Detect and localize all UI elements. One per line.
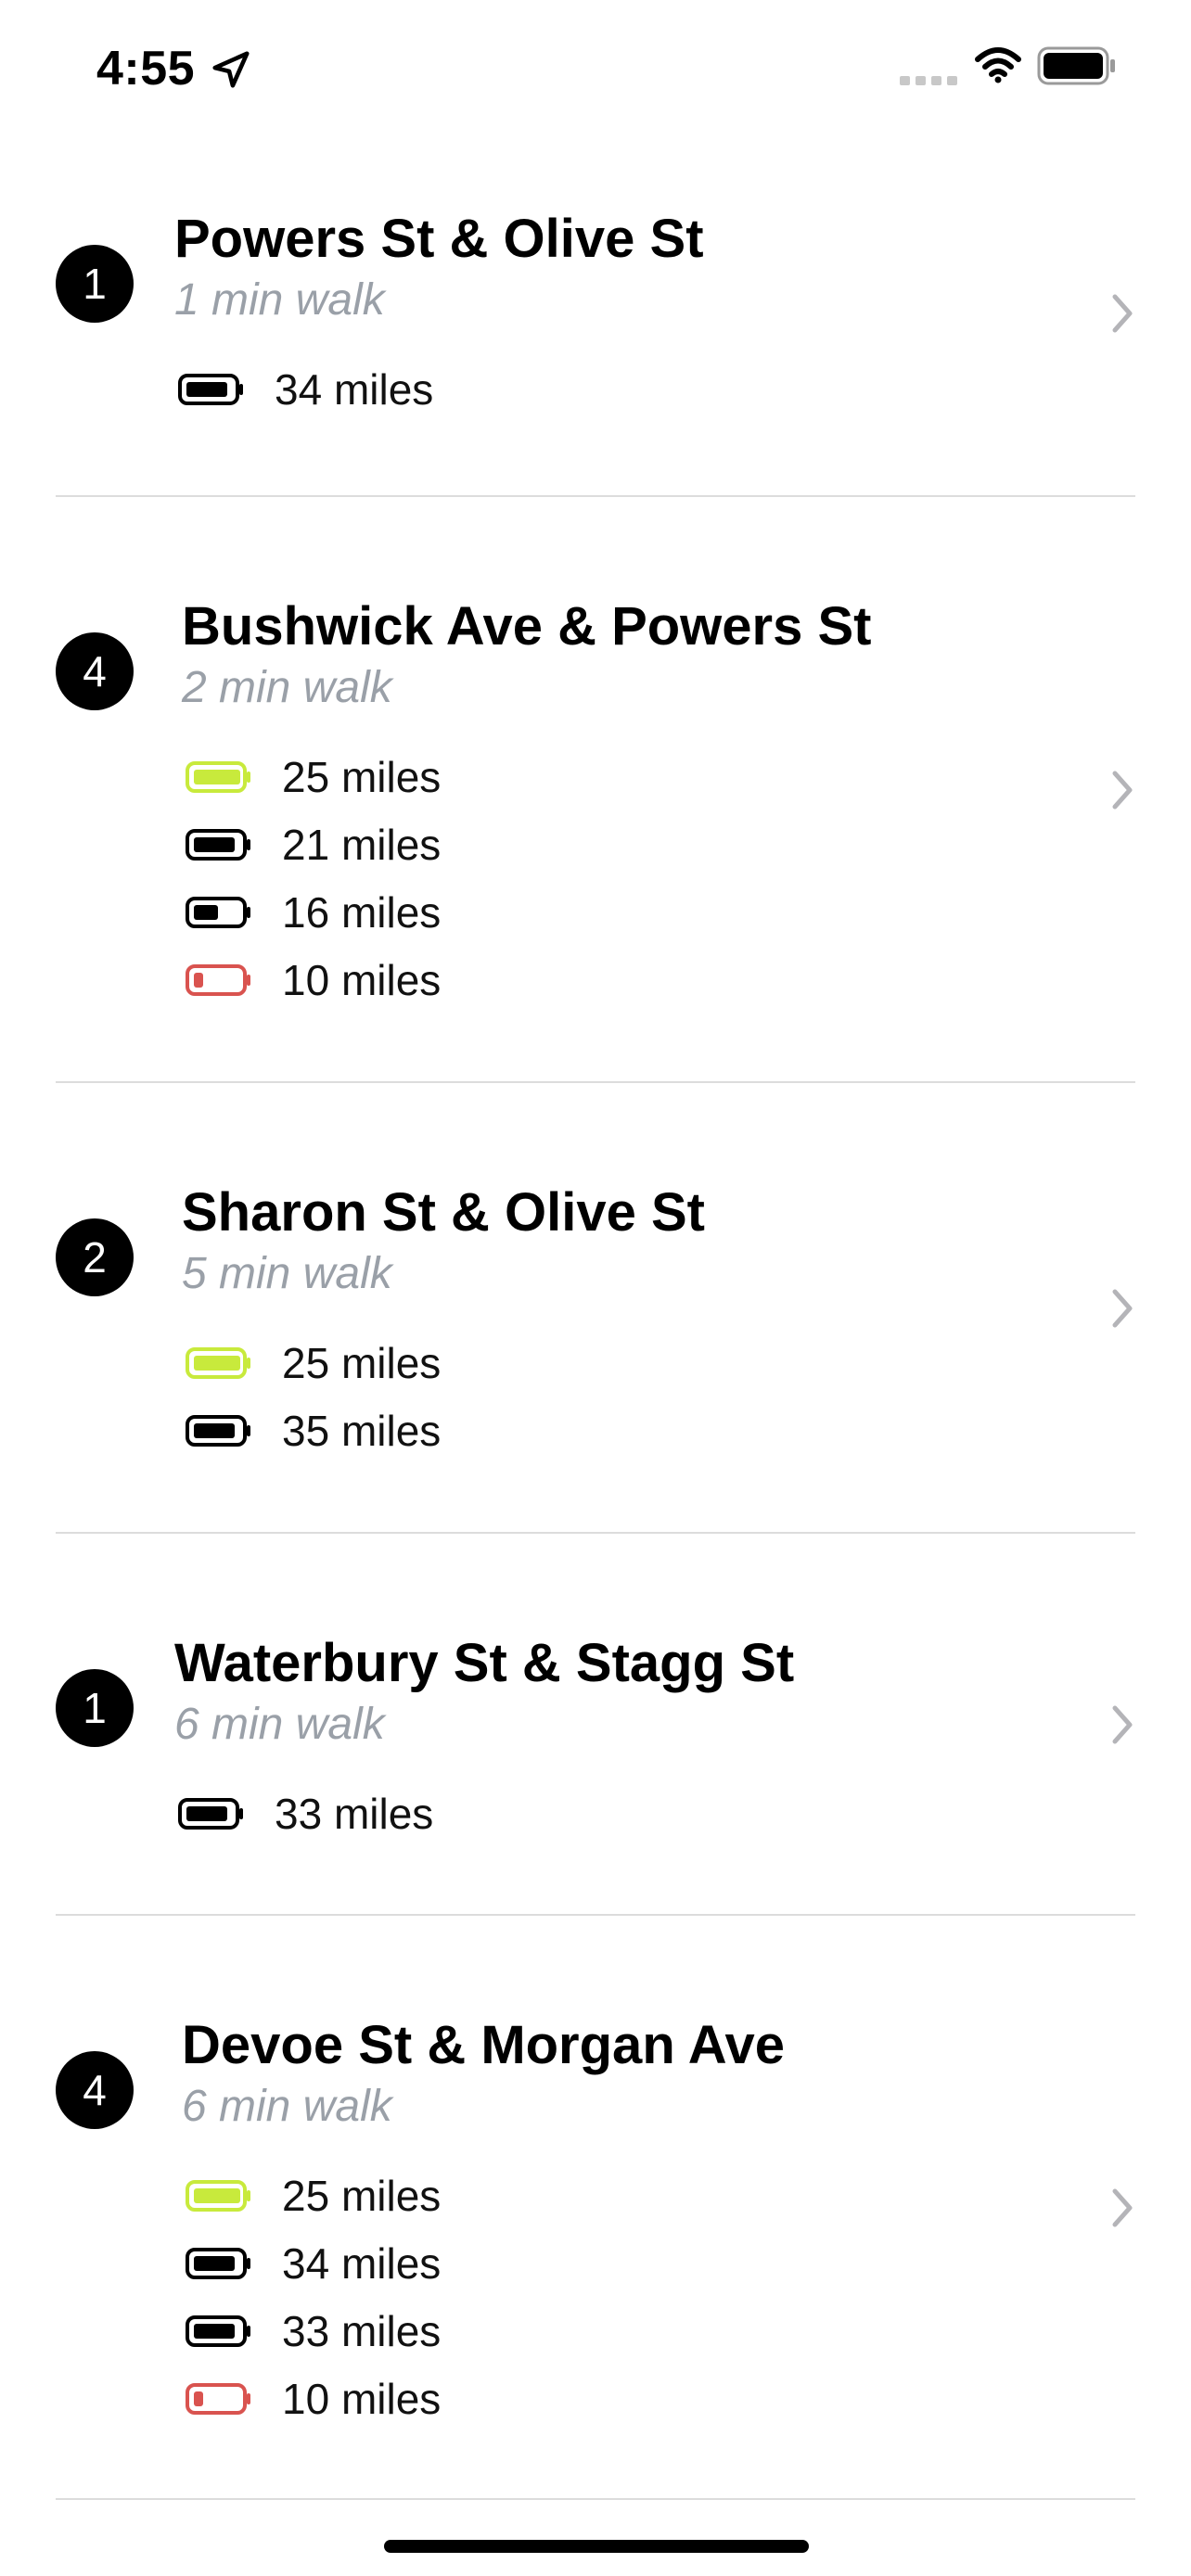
bike-battery-icon — [186, 2383, 250, 2415]
station-list: 1 Powers St & Olive St 1 min walk 34 miles 4… — [0, 130, 1191, 2500]
station-row[interactable]: 1 Powers St & Olive St 1 min walk 34 miles — [0, 130, 1191, 497]
bike-item: 34 miles — [178, 362, 433, 417]
bike-battery-icon — [186, 829, 250, 861]
bike-range: 34 miles — [275, 365, 434, 414]
chevron-right-icon[interactable] — [1109, 293, 1135, 334]
bike-battery-icon — [186, 2248, 250, 2279]
bike-item: 25 miles — [186, 1335, 441, 1391]
station-row[interactable]: 1 Waterbury St & Stagg St 6 min walk 33 mil… — [0, 1534, 1191, 1916]
bike-battery-icon — [186, 2180, 250, 2212]
bike-item: 10 miles — [186, 952, 441, 1008]
location-arrow-icon — [212, 51, 250, 88]
bike-range: 10 miles — [282, 2375, 442, 2423]
bike-item: 33 miles — [178, 1786, 433, 1842]
bike-item: 25 miles — [186, 749, 441, 805]
station-name: Bushwick Ave & Powers St — [182, 596, 872, 657]
station-row[interactable]: 2 Sharon St & Olive St 5 min walk 25 miles 3… — [0, 1083, 1191, 1534]
bike-battery-icon — [186, 2315, 250, 2347]
bike-item: 21 miles — [186, 817, 441, 873]
chevron-right-icon[interactable] — [1109, 2187, 1135, 2228]
station-row[interactable]: 4 Bushwick Ave & Powers St 2 min walk 25 mi… — [0, 497, 1191, 1083]
walk-time: 6 min walk — [182, 2082, 392, 2131]
bike-item: 34 miles — [186, 2236, 441, 2291]
station-row[interactable]: 4 Devoe St & Morgan Ave 6 min walk 25 miles… — [0, 1916, 1191, 2500]
bike-range: 10 miles — [282, 956, 442, 1004]
cellular-signal-icon — [900, 76, 957, 85]
bike-range: 25 miles — [282, 1339, 442, 1387]
bike-item: 16 miles — [186, 885, 441, 940]
station-name: Powers St & Olive St — [174, 209, 704, 269]
walk-time: 2 min walk — [182, 663, 392, 712]
bike-range: 33 miles — [282, 2307, 442, 2355]
bike-battery-icon — [178, 374, 243, 405]
station-name: Sharon St & Olive St — [182, 1182, 705, 1243]
walk-time: 1 min walk — [174, 275, 385, 325]
row-divider — [56, 2498, 1135, 2500]
bike-item: 25 miles — [186, 2168, 441, 2224]
battery-icon — [1037, 46, 1115, 85]
walk-time: 6 min walk — [174, 1700, 385, 1749]
bike-count-badge: 2 — [56, 1218, 134, 1296]
bike-battery-icon — [186, 1415, 250, 1447]
bike-range: 34 miles — [282, 2239, 442, 2288]
bike-range: 25 miles — [282, 2172, 442, 2220]
status-bar: 4:55 — [0, 0, 1191, 130]
bike-battery-icon — [186, 897, 250, 928]
bike-range: 21 miles — [282, 821, 442, 869]
home-indicator[interactable] — [384, 2540, 809, 2553]
bike-range: 25 miles — [282, 753, 442, 801]
bike-item: 35 miles — [186, 1403, 441, 1459]
bike-range: 16 miles — [282, 888, 442, 937]
status-time: 4:55 — [96, 42, 196, 96]
bike-battery-icon — [186, 964, 250, 996]
bike-range: 33 miles — [275, 1790, 434, 1838]
bike-battery-icon — [186, 761, 250, 793]
walk-time: 5 min walk — [182, 1249, 392, 1298]
station-name: Devoe St & Morgan Ave — [182, 2015, 785, 2075]
chevron-right-icon[interactable] — [1109, 1288, 1135, 1329]
bike-range: 35 miles — [282, 1407, 442, 1455]
bike-item: 10 miles — [186, 2371, 441, 2427]
chevron-right-icon[interactable] — [1109, 770, 1135, 810]
chevron-right-icon[interactable] — [1109, 1704, 1135, 1745]
station-name: Waterbury St & Stagg St — [174, 1633, 795, 1693]
bike-item: 33 miles — [186, 2303, 441, 2359]
bike-count-badge: 1 — [56, 245, 134, 323]
wifi-icon — [975, 47, 1021, 83]
bike-count-badge: 4 — [56, 632, 134, 710]
bike-battery-icon — [178, 1798, 243, 1830]
bike-count-badge: 4 — [56, 2051, 134, 2129]
bike-battery-icon — [186, 1347, 250, 1379]
bike-count-badge: 1 — [56, 1669, 134, 1747]
